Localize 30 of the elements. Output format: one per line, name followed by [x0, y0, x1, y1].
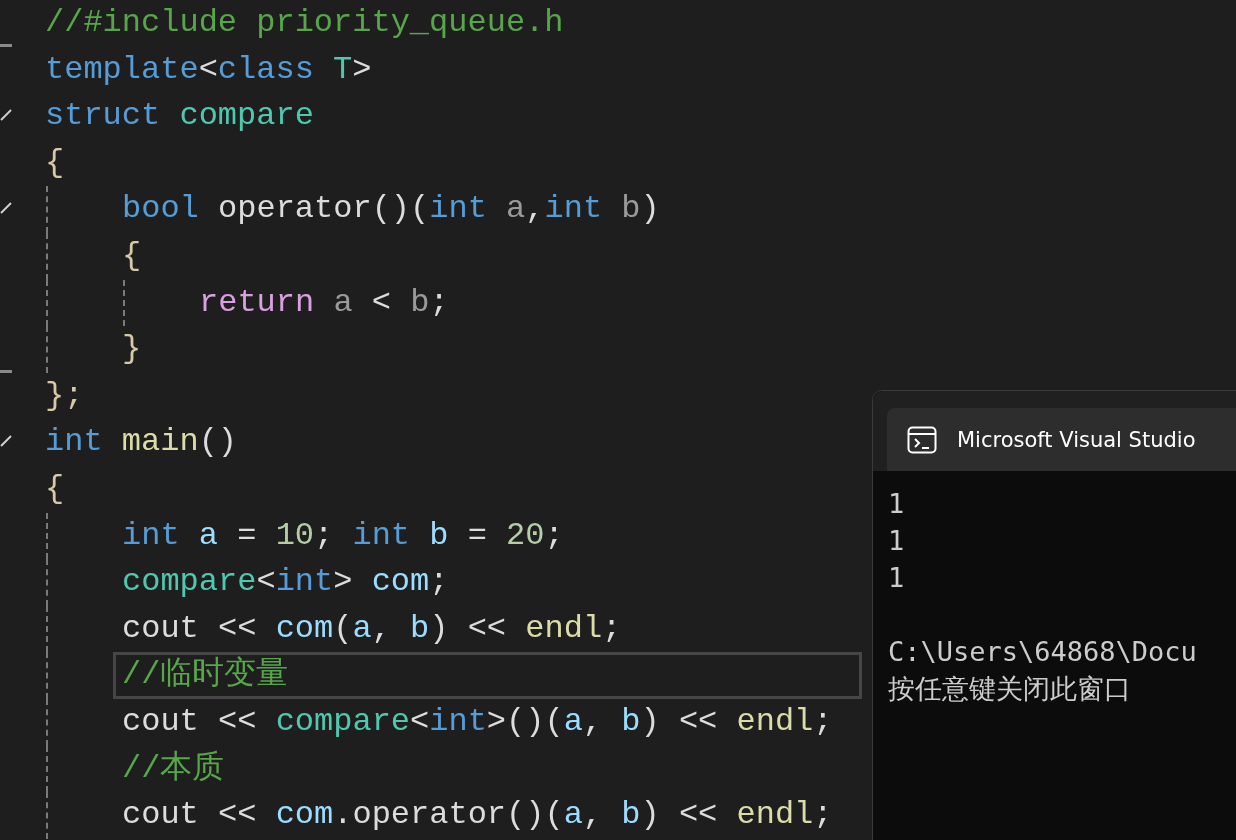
code-line: { — [44, 142, 66, 183]
console-text: 按任意键关闭此窗口 — [888, 673, 1131, 704]
console-text: 1 — [888, 488, 905, 519]
code-line: { — [121, 235, 143, 276]
code-line: int main() — [44, 422, 239, 463]
code-line: struct compare — [44, 96, 315, 137]
code-line: int a = 10; int b = 20; — [121, 515, 565, 556]
code-line: cout << com(a, b) << endl; — [121, 608, 623, 649]
code-line: bool operator()(int a,int b) — [121, 189, 661, 230]
code-line: template<class T> — [44, 49, 373, 90]
console-text: C:\Users\64868\Docu — [888, 636, 1197, 667]
terminal-icon — [907, 425, 937, 454]
code-line: cout << com.operator()(a, b) << endl; — [121, 795, 834, 836]
fold-icon[interactable] — [0, 202, 12, 215]
code-line: { — [44, 468, 66, 509]
code-line: //#include priority_queue.h — [44, 3, 565, 43]
fold-icon[interactable] — [0, 109, 12, 122]
window-title: Microsoft Visual Studio — [957, 427, 1196, 452]
fold-icon[interactable] — [0, 43, 12, 47]
code-line: return a < b; — [198, 282, 450, 323]
code-line: //本质 — [121, 748, 226, 789]
fold-icon[interactable] — [0, 435, 12, 448]
console-text: 1 — [888, 525, 905, 556]
code-line: cout << compare<int>()(a, b) << endl; — [121, 701, 834, 742]
code-line: compare<int> com; — [121, 562, 450, 603]
console-text: 1 — [888, 562, 905, 593]
console-tab[interactable]: Microsoft Visual Studio — [887, 408, 1236, 471]
code-line: }; — [44, 375, 85, 416]
fold-icon[interactable] — [0, 369, 12, 373]
code-line: } — [121, 329, 143, 370]
